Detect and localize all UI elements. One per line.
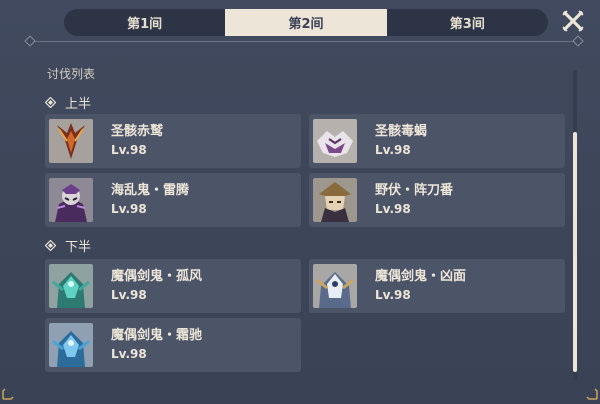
enemy-name: 圣骸毒蝎 — [375, 124, 428, 139]
enemy-name: 圣骸赤鹫 — [111, 124, 164, 139]
section-first-half: 上半 — [44, 94, 92, 112]
maguu-kenki-frost-portrait — [49, 323, 93, 367]
enemy-list-title: 讨伐列表 — [47, 67, 96, 81]
red-vulture-portrait — [49, 119, 93, 163]
enemy-card[interactable]: 魔偶剑鬼・凶面 Lv.98 — [309, 259, 565, 313]
enemy-level: Lv.98 — [375, 202, 411, 216]
enemy-level: Lv.98 — [375, 288, 411, 302]
maguu-kenki-wind-portrait — [49, 264, 93, 308]
divider-right-cap — [572, 35, 584, 47]
enemy-level: Lv.98 — [111, 202, 147, 216]
diamond-icon — [44, 96, 57, 108]
tab-chamber-1[interactable]: 第1间 — [64, 9, 225, 36]
chamber-tab-bar: 第1间 第2间 第3间 — [64, 9, 548, 36]
tab-chamber-3[interactable]: 第3间 — [387, 9, 548, 36]
nobushi-portrait — [313, 178, 357, 222]
close-icon[interactable] — [561, 9, 585, 33]
divider-left-cap — [24, 35, 36, 47]
enemy-name: 魔偶剑鬼・凶面 — [375, 269, 467, 284]
section-second-half: 下半 — [44, 237, 92, 255]
enemy-name: 海乱鬼・雷腾 — [111, 183, 190, 198]
enemy-name: 野伏・阵刀番 — [375, 183, 454, 198]
tab-chamber-2[interactable]: 第2间 — [225, 9, 387, 36]
enemy-level: Lv.98 — [111, 143, 147, 157]
enemy-card[interactable]: 野伏・阵刀番 Lv.98 — [309, 173, 565, 227]
enemy-name: 魔偶剑鬼・孤风 — [111, 269, 203, 284]
scorpion-portrait — [313, 119, 357, 163]
header-divider — [30, 41, 578, 42]
enemy-card[interactable]: 圣骸赤鹫 Lv.98 — [45, 114, 301, 168]
diamond-icon — [44, 239, 57, 251]
enemy-level: Lv.98 — [375, 143, 411, 157]
section-label: 上半 — [65, 96, 92, 112]
enemy-level: Lv.98 — [111, 347, 147, 361]
kairagi-thunder-portrait — [49, 178, 93, 222]
enemy-level: Lv.98 — [111, 288, 147, 302]
enemy-card[interactable]: 海乱鬼・雷腾 Lv.98 — [45, 173, 301, 227]
enemy-name: 魔偶剑鬼・霜驰 — [111, 328, 203, 343]
enemy-card[interactable]: 圣骸毒蝎 Lv.98 — [309, 114, 565, 168]
spiral-abyss-chamber-panel: 第1间 第2间 第3间 讨伐列表 上半 圣骸赤鹫 Lv.98 圣骸毒蝎 Lv.9… — [0, 0, 600, 404]
maguu-kenki-mask-portrait — [313, 264, 357, 308]
enemy-card[interactable]: 魔偶剑鬼・孤风 Lv.98 — [45, 259, 301, 313]
scrollbar-thumb[interactable] — [573, 132, 577, 372]
corner-ornament-bottom-left — [2, 388, 14, 400]
corner-ornament-bottom-right — [586, 388, 598, 400]
section-label: 下半 — [65, 239, 92, 255]
enemy-card[interactable]: 魔偶剑鬼・霜驰 Lv.98 — [45, 318, 301, 372]
